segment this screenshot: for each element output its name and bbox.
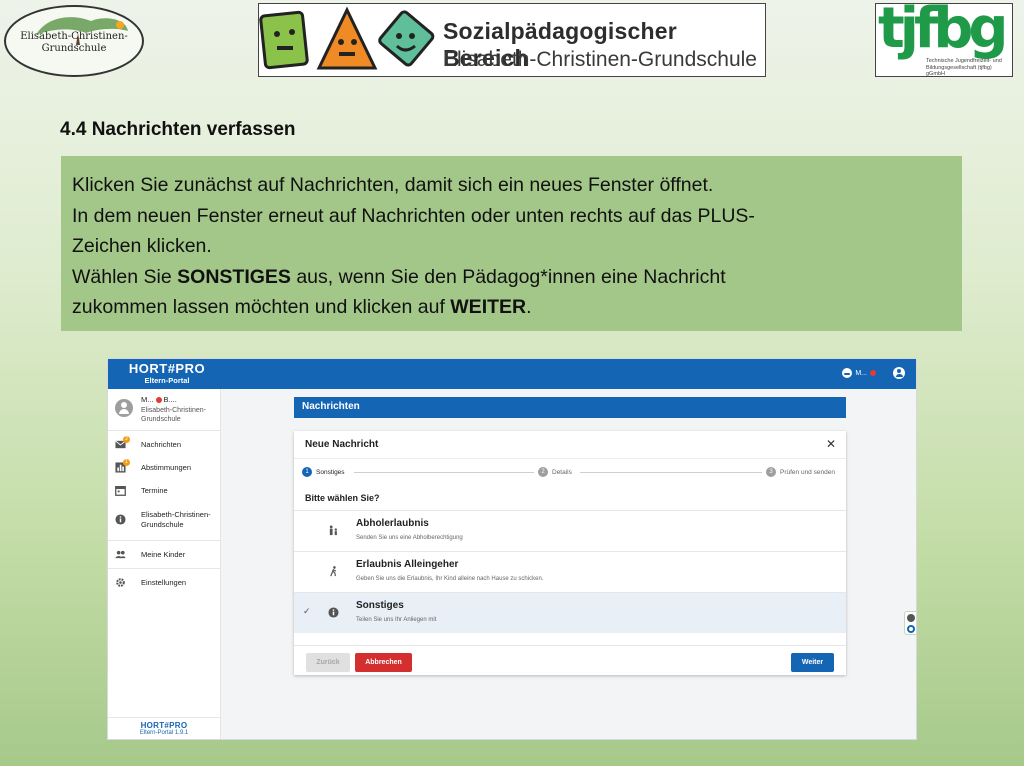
step-connector [354, 472, 534, 473]
option-subtitle: Senden Sie uns eine Abholberechtigung [356, 535, 463, 541]
option-title: Sonstiges [356, 600, 404, 611]
option-abholerlaubnis[interactable]: Abholerlaubnis Senden Sie uns eine Abhol… [294, 510, 846, 551]
tjfbg-logo: tjfbg Technische Jugendfreizeit- und Bil… [875, 3, 1013, 77]
sidebar-item-nachrichten[interactable]: 2 Nachrichten [108, 433, 220, 456]
school-logo: Elisabeth-Christinen- Grundschule [4, 5, 144, 77]
family-icon [329, 525, 337, 536]
child-face-icon [842, 368, 853, 378]
footer-brand: HORT#PRO [140, 721, 188, 730]
sidebar-divider [108, 568, 220, 569]
tjfbg-subtitle: Technische Jugendfreizeit- und Bildungsg… [926, 58, 1002, 77]
instruction-line: Klicken Sie zunächst auf Nachrichten, da… [72, 174, 714, 196]
sonstiges-emphasis: SONSTIGES [177, 265, 291, 288]
top-user-name: M... [855, 369, 867, 377]
dialog-title: Neue Nachricht [305, 439, 379, 450]
step-connector [580, 472, 762, 473]
option-sonstiges[interactable]: ✓ Sonstiges Teilen Sie uns Ihr Anliegen … [294, 592, 846, 633]
step-3: 3 Prüfen und senden [766, 467, 835, 477]
avatar [115, 399, 133, 417]
tjfbg-mark: tjfbg [878, 3, 1008, 61]
question-label: Bitte wählen Sie? [305, 493, 380, 503]
instruction-line: In dem neuen Fenster erneut auf Nachrich… [72, 204, 755, 227]
profile-name: M... B.... [141, 395, 177, 404]
step-label: Sonstiges [316, 468, 345, 476]
instruction-box: Klicken Sie zunächst auf Nachrichten, da… [61, 156, 962, 331]
close-icon[interactable] [907, 614, 915, 622]
nav-badge: 1 [123, 459, 130, 466]
sidebar-item-termine[interactable]: Termine [108, 479, 220, 502]
option-title: Abholerlaubnis [356, 518, 429, 529]
sidebar-item-label: Abstimmungen [141, 463, 192, 472]
top-user-switch[interactable]: M... [842, 368, 876, 378]
step-1: 1 Sonstiges [302, 467, 345, 477]
close-icon[interactable]: ✕ [826, 437, 836, 451]
brand-name: HORT#PRO [128, 361, 206, 376]
step-2: 2 Details [538, 467, 572, 477]
option-subtitle: Geben Sie uns die Erlaubnis, Ihr Kind al… [356, 576, 544, 582]
status-dot-icon [870, 370, 876, 376]
step-number: 3 [766, 467, 776, 477]
stepper: 1 Sonstiges 2 Details 3 Prüfen und sende… [294, 459, 846, 485]
back-button[interactable]: Zurück [306, 653, 350, 672]
next-button[interactable]: Weiter [791, 653, 834, 672]
sidebar-divider [108, 540, 220, 541]
step-label: Prüfen und senden [780, 468, 835, 476]
dialog-header: Neue Nachricht ✕ [294, 431, 846, 459]
edge-widget[interactable] [904, 611, 916, 635]
account-icon[interactable] [893, 367, 905, 379]
weiter-emphasis: WEITER [450, 296, 527, 318]
shapes-mascot-icon [259, 6, 435, 70]
cancel-button[interactable]: Abbrechen [355, 653, 412, 672]
footer-version: Eltern-Portal 1.9.1 [139, 730, 189, 736]
app-brand[interactable]: HORT#PRO Eltern-Portal [122, 361, 212, 385]
calendar-icon [115, 486, 126, 496]
sidebar: M... B.... Elisabeth-Christinen-Grundsch… [108, 389, 221, 739]
instruction-line: Wählen Sie SONSTIGES aus, wenn Sie den P… [72, 265, 726, 288]
department-subtitle: Elisabeth-Christinen-Grundschule [443, 48, 757, 71]
step-number: 1 [302, 467, 312, 477]
info-icon [115, 514, 126, 525]
nav-badge: 2 [123, 436, 130, 443]
step-number: 2 [538, 467, 548, 477]
dialog-actions: Zurück Abbrechen Weiter [294, 645, 846, 675]
gear-icon [116, 578, 125, 587]
option-subtitle: Teilen Sie uns Ihr Anliegen mit [356, 617, 437, 623]
sidebar-item-label: Einstellungen [141, 578, 187, 587]
option-erlaubnis-alleingeher[interactable]: Erlaubnis Alleingeher Geben Sie uns die … [294, 551, 846, 592]
instruction-line: Zeichen klicken. [72, 235, 212, 257]
sidebar-item-school[interactable]: Elisabeth-Christinen-Grundschule [108, 502, 220, 538]
new-message-dialog: Neue Nachricht ✕ 1 Sonstiges 2 Details 3… [294, 431, 846, 675]
school-logo-text: Elisabeth-Christinen- Grundschule [20, 31, 128, 54]
department-logo: Sozialpädagogischer Bereich Elisabeth-Ch… [258, 3, 766, 77]
sidebar-item-label: Termine [141, 486, 168, 495]
record-icon[interactable] [907, 625, 915, 633]
group-icon [115, 550, 126, 559]
sidebar-item-meine-kinder[interactable]: Meine Kinder [108, 543, 220, 566]
page-title: Nachrichten [294, 397, 846, 418]
sidebar-footer: HORT#PRO Eltern-Portal 1.9.1 [108, 717, 220, 739]
status-dot-icon [155, 396, 162, 403]
sidebar-profile[interactable]: M... B.... Elisabeth-Christinen-Grundsch… [108, 389, 220, 431]
info-icon [328, 607, 339, 618]
option-title: Erlaubnis Alleingeher [356, 559, 459, 570]
hortpro-app: HORT#PRO Eltern-Portal M... M... B.... E… [107, 358, 917, 740]
sidebar-item-abstimmungen[interactable]: 1 Abstimmungen [108, 456, 220, 479]
walking-icon [330, 566, 337, 577]
slide-heading: 4.4 Nachrichten verfassen [60, 119, 296, 140]
brand-sub: Eltern-Portal [144, 376, 190, 385]
check-icon: ✓ [303, 606, 311, 616]
sidebar-item-label: Nachrichten [141, 440, 182, 449]
app-topbar: HORT#PRO Eltern-Portal M... [108, 359, 916, 389]
step-label: Details [552, 468, 572, 476]
sidebar-item-einstellungen[interactable]: Einstellungen [108, 571, 220, 594]
instruction-line: zukommen lassen möchten und klicken auf … [72, 296, 532, 318]
sidebar-item-label: Meine Kinder [141, 550, 186, 559]
profile-school: Elisabeth-Christinen-Grundschule [141, 407, 206, 423]
sidebar-item-label: Elisabeth-Christinen-Grundschule [141, 510, 211, 529]
